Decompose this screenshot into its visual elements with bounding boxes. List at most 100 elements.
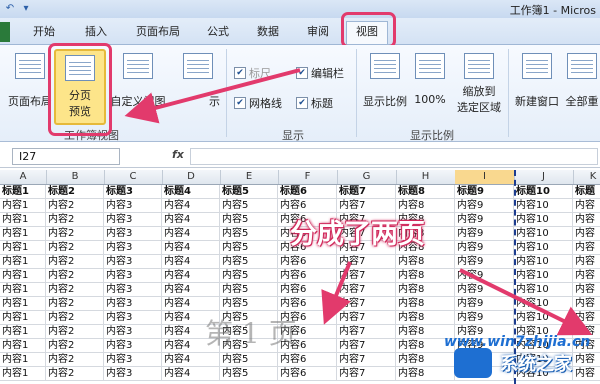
table-cell[interactable]: 内容2	[46, 353, 104, 367]
dropdown-icon[interactable]: ▾	[20, 3, 32, 15]
column-header[interactable]: J	[514, 170, 574, 184]
header-cell[interactable]: 标题2	[46, 185, 104, 199]
column-header[interactable]: G	[337, 170, 397, 184]
table-cell[interactable]: 内容4	[162, 199, 220, 213]
header-cell[interactable]: 标题10	[514, 185, 573, 199]
table-cell[interactable]: 内容10	[514, 199, 573, 213]
column-header[interactable]: I	[455, 170, 515, 184]
table-cell[interactable]: 内容3	[104, 325, 162, 339]
table-cell[interactable]: 内容7	[337, 339, 396, 353]
new-window-button[interactable]: 新建窗口	[512, 53, 562, 109]
table-cell[interactable]: 内容9	[455, 297, 514, 311]
table-cell[interactable]: 内容8	[396, 199, 455, 213]
column-header[interactable]: E	[220, 170, 279, 184]
table-cell[interactable]: 内容9	[455, 311, 514, 325]
table-cell[interactable]: 内容3	[104, 283, 162, 297]
table-cell[interactable]: 内容3	[104, 227, 162, 241]
table-cell[interactable]: 内容10	[514, 297, 573, 311]
table-cell[interactable]: 内容10	[514, 283, 573, 297]
table-cell[interactable]: 内容6	[278, 297, 337, 311]
table-cell[interactable]: 内容9	[455, 199, 514, 213]
table-cell[interactable]: 内容2	[46, 241, 104, 255]
table-cell[interactable]: 内容9	[455, 227, 514, 241]
table-cell[interactable]: 内容1	[0, 213, 46, 227]
table-cell[interactable]: 内容10	[514, 311, 573, 325]
table-cell[interactable]: 内容7	[337, 269, 396, 283]
table-cell[interactable]: 内容3	[104, 339, 162, 353]
table-cell[interactable]: 内容3	[104, 213, 162, 227]
table-cell[interactable]: 内容7	[337, 325, 396, 339]
table-cell[interactable]: 内容9	[455, 255, 514, 269]
column-header[interactable]: F	[278, 170, 338, 184]
table-cell[interactable]: 内容9	[455, 213, 514, 227]
table-cell[interactable]: 内容2	[46, 255, 104, 269]
table-cell[interactable]: 内容	[573, 213, 600, 227]
table-cell[interactable]: 内容2	[46, 227, 104, 241]
header-cell[interactable]: 标题7	[337, 185, 396, 199]
table-cell[interactable]: 内容6	[278, 353, 337, 367]
table-cell[interactable]: 内容	[573, 297, 600, 311]
column-header[interactable]: C	[104, 170, 163, 184]
table-cell[interactable]: 内容1	[0, 269, 46, 283]
table-cell[interactable]: 内容8	[396, 269, 455, 283]
table-cell[interactable]: 内容5	[220, 241, 278, 255]
table-cell[interactable]: 内容5	[220, 353, 278, 367]
table-cell[interactable]: 内容	[573, 269, 600, 283]
table-cell[interactable]: 内容8	[396, 311, 455, 325]
header-cell[interactable]: 标题1	[0, 185, 46, 199]
table-cell[interactable]: 内容10	[514, 213, 573, 227]
header-cell[interactable]: 标题8	[396, 185, 455, 199]
table-cell[interactable]: 内容9	[455, 241, 514, 255]
table-cell[interactable]: 内容1	[0, 311, 46, 325]
tab-review[interactable]: 审阅	[300, 22, 336, 42]
table-cell[interactable]: 内容6	[278, 283, 337, 297]
table-cell[interactable]: 内容5	[220, 227, 278, 241]
table-cell[interactable]: 内容7	[337, 255, 396, 269]
table-cell[interactable]: 内容9	[455, 269, 514, 283]
table-cell[interactable]: 内容4	[162, 227, 220, 241]
header-cell[interactable]: 标题	[573, 185, 600, 199]
table-cell[interactable]: 内容8	[396, 255, 455, 269]
table-cell[interactable]: 内容8	[396, 283, 455, 297]
headings-checkbox[interactable]: ✔ 标题	[296, 95, 333, 111]
table-cell[interactable]: 内容	[573, 255, 600, 269]
table-cell[interactable]: 内容2	[46, 199, 104, 213]
tab-data[interactable]: 数据	[250, 22, 286, 42]
table-cell[interactable]: 内容4	[162, 255, 220, 269]
fx-icon[interactable]: fx	[172, 148, 184, 161]
table-cell[interactable]: 内容2	[46, 297, 104, 311]
table-cell[interactable]: 内容1	[0, 255, 46, 269]
column-header[interactable]: A	[0, 170, 47, 184]
name-box[interactable]: I27	[12, 148, 120, 165]
table-cell[interactable]: 内容	[573, 227, 600, 241]
table-cell[interactable]: 内容7	[337, 367, 396, 381]
table-cell[interactable]: 内容1	[0, 339, 46, 353]
table-cell[interactable]: 内容2	[46, 367, 104, 381]
tab-insert[interactable]: 插入	[78, 22, 114, 42]
tab-formulas[interactable]: 公式	[200, 22, 236, 42]
table-cell[interactable]: 内容3	[104, 269, 162, 283]
table-cell[interactable]: 内容6	[278, 367, 337, 381]
table-cell[interactable]: 内容4	[162, 269, 220, 283]
header-cell[interactable]: 标题4	[162, 185, 220, 199]
arrange-all-button[interactable]: 全部重	[564, 53, 600, 109]
table-cell[interactable]: 内容10	[514, 241, 573, 255]
table-cell[interactable]: 内容1	[0, 325, 46, 339]
table-cell[interactable]: 内容5	[220, 367, 278, 381]
formula-bar-checkbox[interactable]: ✔ 编辑栏	[296, 65, 344, 81]
file-tab[interactable]	[0, 22, 10, 42]
table-cell[interactable]: 内容	[573, 199, 600, 213]
table-cell[interactable]: 内容2	[46, 325, 104, 339]
table-cell[interactable]: 内容	[573, 241, 600, 255]
table-cell[interactable]: 内容5	[220, 297, 278, 311]
table-cell[interactable]: 内容2	[46, 213, 104, 227]
zoom-to-selection-button[interactable]: 缩放到 选定区域	[452, 53, 506, 115]
table-cell[interactable]: 内容1	[0, 353, 46, 367]
table-cell[interactable]: 内容4	[162, 241, 220, 255]
column-header[interactable]: B	[46, 170, 105, 184]
table-cell[interactable]: 内容3	[104, 241, 162, 255]
zoom-button[interactable]: 显示比例	[360, 53, 410, 109]
column-header[interactable]: H	[396, 170, 456, 184]
column-header[interactable]: K	[573, 170, 600, 184]
table-cell[interactable]: 内容7	[337, 297, 396, 311]
